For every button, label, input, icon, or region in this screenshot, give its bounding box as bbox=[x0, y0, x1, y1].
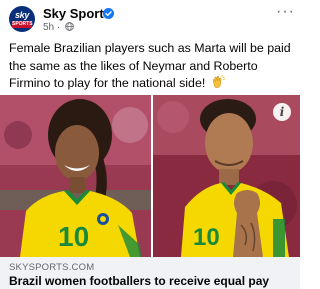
image-info-button[interactable]: i bbox=[273, 103, 291, 121]
more-options-button[interactable]: ··· bbox=[276, 3, 295, 21]
post-timestamp[interactable]: 5h bbox=[43, 22, 54, 33]
post-text: Female Brazilian players such as Marta w… bbox=[9, 40, 295, 93]
post-header: sky SPORTS Sky Sports 5h · ··· bbox=[0, 0, 300, 36]
post-photos[interactable]: 10 10 i bbox=[0, 95, 300, 257]
link-preview-card[interactable]: SKYSPORTS.COM Brazil women footballers t… bbox=[0, 257, 300, 289]
photo-marta[interactable]: 10 bbox=[0, 95, 151, 257]
link-domain: SKYSPORTS.COM bbox=[9, 262, 95, 273]
link-headline[interactable]: Brazil women footballers to receive equa… bbox=[9, 274, 269, 288]
page-avatar[interactable]: sky SPORTS bbox=[9, 6, 35, 32]
globe-icon bbox=[65, 22, 74, 31]
verified-badge-icon bbox=[103, 8, 114, 19]
shirt-number-left: 10 bbox=[58, 221, 89, 252]
meta-separator: · bbox=[56, 22, 61, 33]
avatar-logo-text: sky bbox=[14, 10, 30, 20]
page-name-link[interactable]: Sky Sports bbox=[43, 6, 111, 21]
shirt-number-right: 10 bbox=[193, 224, 220, 251]
post-meta: 5h · bbox=[43, 22, 74, 33]
post-body: Female Brazilian players such as Marta w… bbox=[9, 41, 291, 90]
avatar-logo-subtext: SPORTS bbox=[12, 21, 33, 28]
clapping-hands-icon bbox=[212, 75, 225, 88]
